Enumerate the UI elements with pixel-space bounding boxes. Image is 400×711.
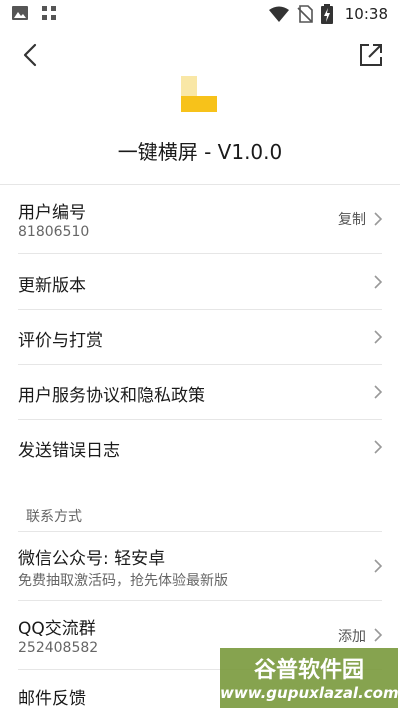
app-logo: [181, 76, 219, 114]
watermark-line1: 谷普软件园: [253, 658, 364, 683]
app-title: 一键横屏 - V1.0.0: [117, 140, 283, 164]
watermark-line2: www.gupuxlazal.com: [220, 684, 399, 702]
wifi-icon: [268, 6, 289, 22]
chevron-right-icon: [374, 330, 383, 344]
send-error-log-row[interactable]: 发送错误日志: [0, 420, 400, 475]
chevron-right-icon: [374, 212, 383, 226]
wechat-account-label: 微信公众号: 轻安卓: [18, 549, 166, 569]
chevron-right-icon: [374, 559, 383, 573]
no-sim-icon: [297, 5, 313, 23]
user-id-label: 用户编号: [18, 203, 86, 223]
watermark: 谷普软件园 www.gupuxlazal.com: [220, 648, 399, 708]
qq-group-label: QQ交流群: [18, 619, 96, 639]
header: 一键横屏 - V1.0.0: [0, 28, 400, 184]
rate-and-tip-label: 评价与打赏: [18, 331, 103, 351]
add-button[interactable]: 添加: [338, 626, 366, 646]
user-id-row[interactable]: 用户编号 81806510 复制: [0, 185, 400, 254]
status-right-icons: 10:38: [268, 4, 388, 24]
open-external-icon: [360, 44, 382, 66]
back-arrow-icon: [23, 43, 37, 67]
user-agreement-privacy-label: 用户服务协议和隐私政策: [18, 386, 205, 406]
update-version-label: 更新版本: [18, 276, 86, 296]
update-version-row[interactable]: 更新版本: [0, 254, 400, 310]
rate-and-tip-row[interactable]: 评价与打赏: [0, 310, 400, 365]
image-icon: [12, 6, 28, 20]
chevron-right-icon: [374, 275, 383, 289]
email-feedback-label: 邮件反馈: [18, 689, 86, 709]
contact-section-label: 联系方式: [26, 509, 82, 525]
status-time: 10:38: [344, 5, 388, 23]
status-left-icons: [12, 6, 56, 20]
copy-button[interactable]: 复制: [338, 209, 366, 229]
send-error-log-label: 发送错误日志: [18, 441, 120, 461]
user-agreement-privacy-row[interactable]: 用户服务协议和隐私政策: [0, 365, 400, 420]
wechat-account-subtitle: 免费抽取激活码，抢先体验最新版: [18, 573, 228, 589]
chevron-right-icon: [374, 628, 383, 642]
back-button[interactable]: [16, 40, 46, 70]
status-bar: 10:38: [0, 0, 400, 28]
chevron-right-icon: [374, 385, 383, 399]
user-id-value: 81806510: [18, 224, 90, 240]
wechat-official-account-row[interactable]: 微信公众号: 轻安卓 免费抽取激活码，抢先体验最新版: [0, 532, 400, 601]
battery-charging-icon: [320, 4, 333, 24]
qr-grid-icon: [42, 6, 56, 20]
open-external-button[interactable]: [356, 40, 386, 70]
chevron-right-icon: [374, 440, 383, 454]
qq-group-value: 252408582: [18, 640, 99, 656]
